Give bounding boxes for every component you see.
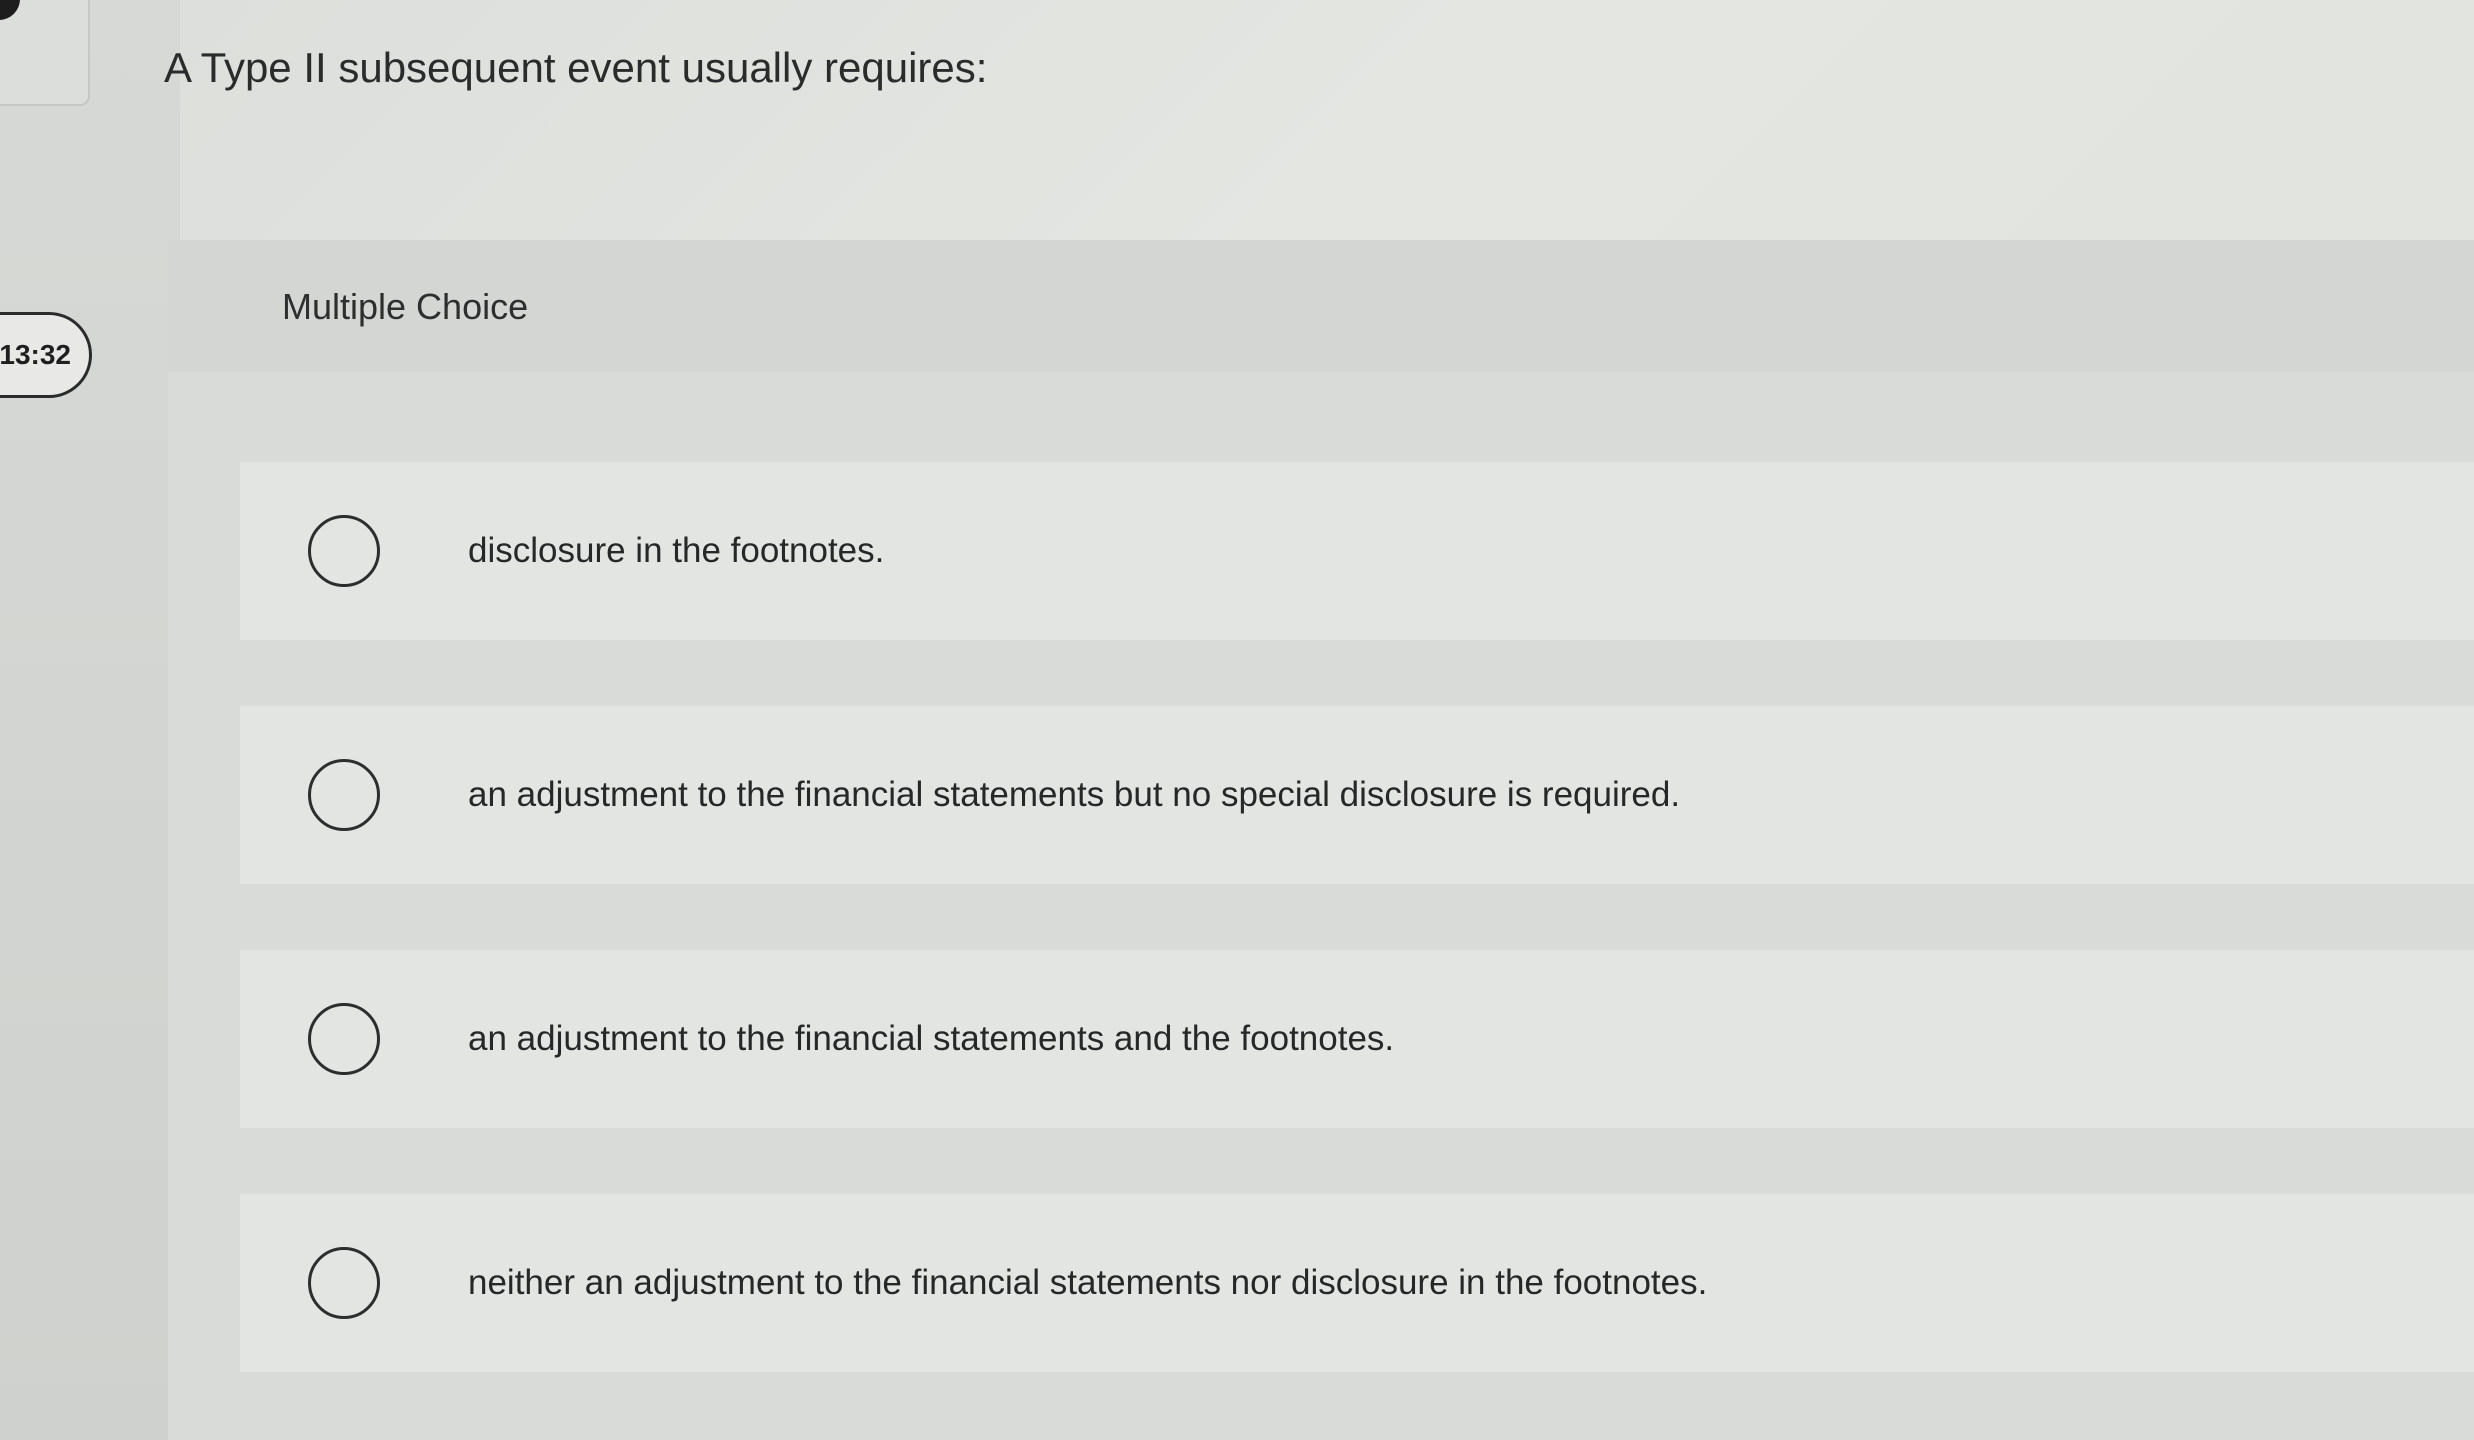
answer-option-label[interactable]: neither an adjustment to the financial s…	[468, 1263, 1707, 1303]
radio-button[interactable]	[308, 1247, 380, 1319]
corner-tab[interactable]	[0, 0, 90, 106]
multiple-choice-panel: Multiple Choice disclosure in the footno…	[168, 240, 2474, 1440]
answer-option-4[interactable]: neither an adjustment to the financial s…	[240, 1194, 2474, 1372]
radio-button[interactable]	[308, 759, 380, 831]
multiple-choice-title: Multiple Choice	[282, 286, 529, 327]
radio-button[interactable]	[308, 515, 380, 587]
timer-badge[interactable]: 13:32	[0, 312, 92, 398]
answer-option-label[interactable]: an adjustment to the financial statement…	[468, 1019, 1394, 1059]
answer-option-3[interactable]: an adjustment to the financial statement…	[240, 950, 2474, 1128]
answer-option-label[interactable]: disclosure in the footnotes.	[468, 531, 884, 571]
multiple-choice-header: Multiple Choice	[168, 240, 2474, 372]
left-strip	[0, 0, 180, 1440]
answer-option-label[interactable]: an adjustment to the financial statement…	[468, 775, 1680, 815]
question-text: A Type II subsequent event usually requi…	[164, 44, 988, 91]
answer-option-2[interactable]: an adjustment to the financial statement…	[240, 706, 2474, 884]
radio-button[interactable]	[308, 1003, 380, 1075]
answer-option-1[interactable]: disclosure in the footnotes.	[240, 462, 2474, 640]
